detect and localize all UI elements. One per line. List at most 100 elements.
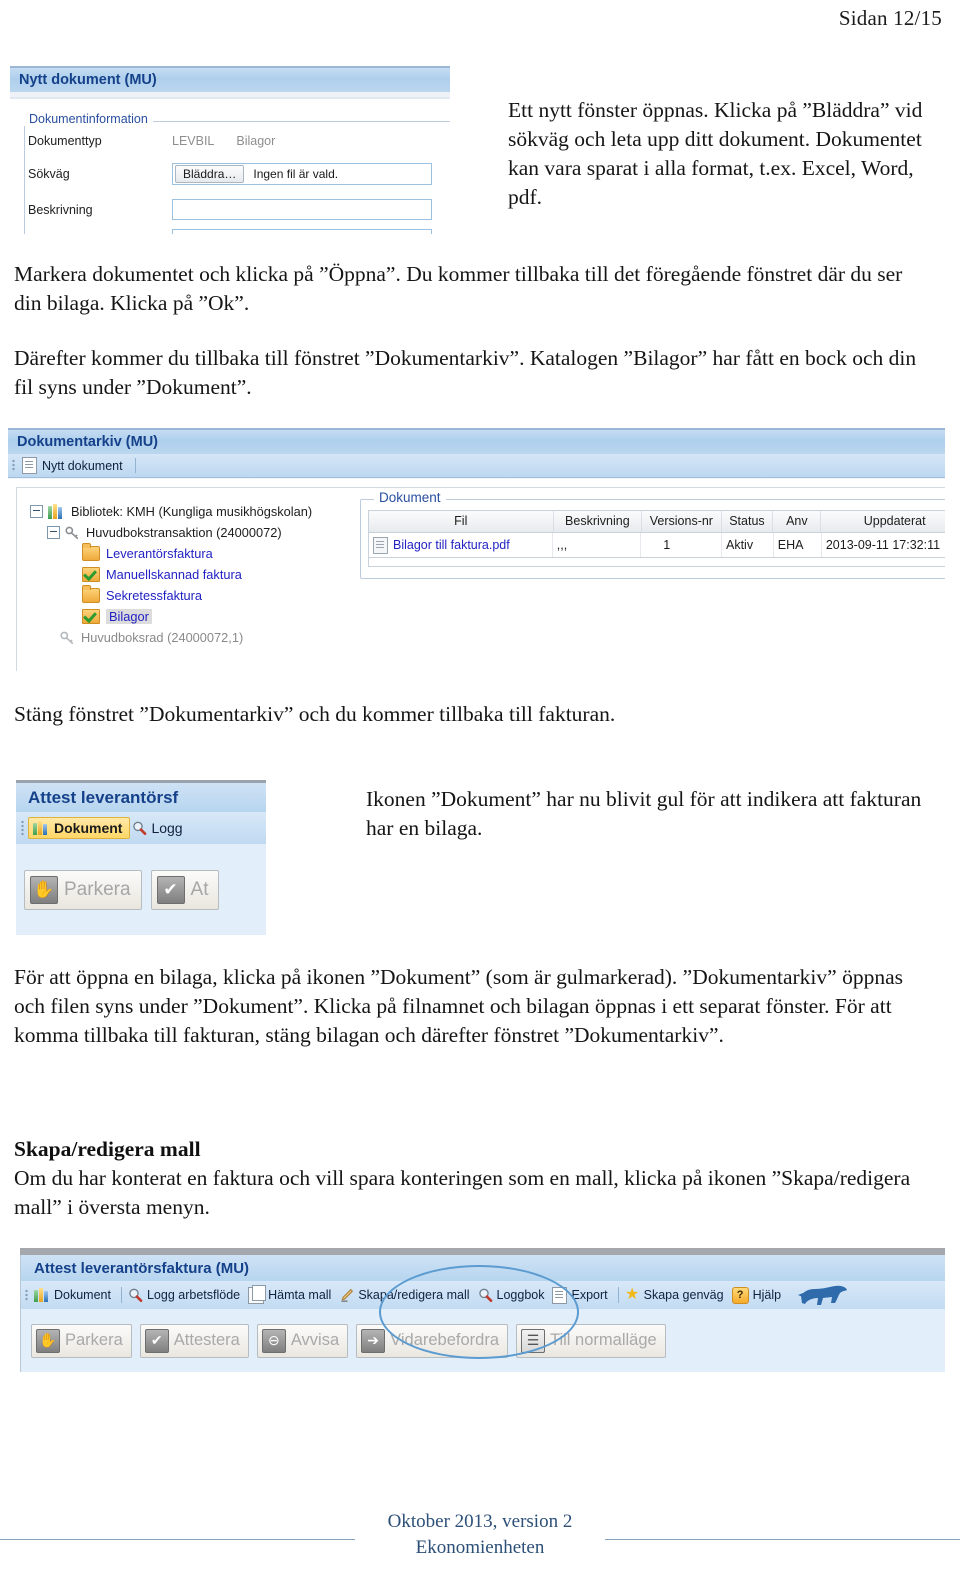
toolbar-button-skapa-genvag[interactable]: ★ Skapa genväg: [623, 1285, 730, 1303]
partial-input[interactable]: [172, 229, 432, 234]
document-tree: Bibliotek: KMH (Kungliga musikhögskolan)…: [30, 501, 312, 648]
tree-node-leverantorsfaktura[interactable]: Leverantörsfaktura: [82, 543, 312, 564]
tree-node-bibliotek[interactable]: Bibliotek: KMH (Kungliga musikhögskolan): [30, 501, 312, 522]
screenshot-nytt-dokument: Nytt dokument (MU) Dokumentinformation D…: [10, 66, 450, 234]
toolbar-label: Logg arbetsflöde: [146, 1288, 241, 1302]
tree-node-huvudbokstransaktion[interactable]: Huvudbokstransaktion (24000072): [47, 522, 312, 543]
attest-main-toolbar: Dokument Logg arbetsflöde Hämta mall Ska…: [21, 1281, 945, 1309]
action-label: Vidarebefordra: [390, 1331, 499, 1349]
dokumentinformation-legend: Dokumentinformation: [24, 112, 153, 126]
attestera-button-partial[interactable]: ✔ At: [150, 869, 220, 910]
minus-circle-icon: ⊖: [261, 1328, 286, 1353]
footer-rule-left: [0, 1539, 355, 1540]
magnifier-icon: [132, 821, 147, 835]
column-header-anv[interactable]: Anv: [773, 511, 822, 532]
beskrivning-input[interactable]: [172, 199, 432, 220]
column-header-status[interactable]: Status: [722, 511, 774, 532]
paragraph-darefter-kommer-du: Därefter kommer du tillbaka till fönstre…: [14, 346, 917, 399]
new-document-icon: [22, 457, 37, 474]
tree-label: Huvudboksrad (24000072,1): [81, 630, 244, 645]
toolbar-label: Loggbok: [496, 1288, 545, 1302]
dokumenttyp-label: Dokumenttyp: [28, 134, 102, 148]
page-footer: Oktober 2013, version 2 Ekonomienheten: [0, 1509, 960, 1561]
parkera-button[interactable]: ✋ Parkera: [24, 869, 142, 910]
cell-uppdaterat: 2013-09-11 17:32:11: [822, 533, 945, 557]
column-header-uppdaterat[interactable]: Uppdaterat: [821, 511, 945, 532]
footer-rule-right: [605, 1539, 960, 1540]
toolbar-label: Dokument: [54, 1288, 111, 1302]
row-dokumenttyp: Dokumenttyp LEVBIL Bilagor: [28, 134, 275, 148]
pdf-file-icon: [373, 536, 388, 554]
parkera-button[interactable]: ✋ Parkera: [31, 1323, 132, 1358]
attest-toolbar-title: Attest leverantörsfaktura (MU): [34, 1259, 250, 1277]
nytt-dokument-button[interactable]: Nytt dokument: [19, 456, 129, 475]
folder-icon: [82, 585, 100, 603]
arrow-right-icon: ➔: [361, 1328, 386, 1353]
tree-label: Bibliotek: KMH (Kungliga musikhögskolan): [71, 504, 313, 519]
tree-node-huvudboksrad[interactable]: Huvudboksrad (24000072,1): [60, 627, 312, 648]
star-icon: ★: [624, 1285, 640, 1303]
dokument-button-highlighted[interactable]: Dokument: [28, 817, 131, 839]
magnifier-icon: [478, 1288, 493, 1302]
toolbar-button-hjalp[interactable]: ? Hjälp: [730, 1286, 788, 1304]
dokument-legend: Dokument: [374, 490, 446, 505]
attest-action-row: ✋ Parkera ✔ Attestera ⊖ Avvisa ➔ Vidareb…: [21, 1309, 945, 1372]
vidarebefordra-button[interactable]: ➔ Vidarebefordra: [356, 1323, 508, 1358]
folder-icon: [82, 543, 100, 561]
grid-header-row: Fil Beskrivning Versions-nr Status Anv U…: [369, 511, 945, 533]
attest-crop-action-row: ✋ Parkera ✔ At: [16, 844, 266, 935]
collapse-icon[interactable]: [47, 526, 60, 539]
sokvag-file-picker[interactable]: Bläddra… Ingen fil är vald.: [172, 163, 432, 185]
avvisa-button[interactable]: ⊖ Avvisa: [256, 1323, 349, 1358]
toolbar-button-skapa-redigera-mall[interactable]: Skapa/redigera mall: [337, 1288, 475, 1303]
toolbar-label: Hämta mall: [268, 1288, 332, 1302]
footer-version: Oktober 2013, version 2: [387, 1511, 573, 1532]
collapse-icon[interactable]: [30, 505, 43, 518]
folder-check-icon: [82, 609, 100, 624]
key-icon: [65, 526, 80, 540]
dokumentarkiv-body: Bibliotek: KMH (Kungliga musikhögskolan)…: [8, 478, 945, 671]
table-row[interactable]: Bilagor till faktura.pdf ,,, 1 Aktiv EHA…: [369, 533, 945, 557]
till-normallage-button[interactable]: ☰ Till normalläge: [516, 1323, 666, 1358]
toolbar-grip-icon[interactable]: [25, 1288, 28, 1302]
document-icon: [552, 1286, 568, 1304]
column-header-beskrivning[interactable]: Beskrivning: [554, 511, 643, 532]
toolbar-button-export[interactable]: Export: [550, 1286, 613, 1304]
cell-fil[interactable]: Bilagor till faktura.pdf: [369, 533, 553, 557]
file-name-link[interactable]: Bilagor till faktura.pdf: [393, 533, 510, 557]
column-header-fil[interactable]: Fil: [369, 511, 554, 532]
tree-node-sekretessfaktura[interactable]: Sekretessfaktura: [82, 585, 312, 606]
file-status-text: Ingen fil är vald.: [253, 167, 339, 181]
tree-label: Bilagor: [106, 609, 152, 624]
attestera-button[interactable]: ✔ Attestera: [139, 1323, 249, 1358]
nytt-dokument-label: Nytt dokument: [42, 458, 123, 473]
toolbar-button-loggbok[interactable]: Loggbok: [476, 1288, 551, 1302]
cell-anv: EHA: [774, 533, 822, 557]
tree-label: Huvudbokstransaktion (24000072): [86, 525, 282, 540]
row-beskrivning: Beskrivning: [28, 199, 432, 220]
window-chrome-bar: [20, 1248, 945, 1255]
check-icon: ✔: [144, 1328, 169, 1353]
hand-icon: ✋: [36, 1328, 60, 1353]
action-label: Parkera: [65, 1331, 123, 1349]
toolbar-button-hamta-mall[interactable]: Hämta mall: [246, 1284, 337, 1304]
toolbar-label: Skapa genväg: [643, 1288, 724, 1302]
attest-crop-toolbar: Dokument Logg: [16, 812, 266, 844]
sokvag-label: Sökväg: [28, 167, 70, 181]
dokumentarkiv-toolbar: Nytt dokument: [8, 454, 945, 478]
logg-button[interactable]: Logg: [130, 820, 188, 836]
toolbar-grip-icon[interactable]: [12, 459, 15, 472]
tree-node-manuellskannad-faktura[interactable]: Manuellskannad faktura: [82, 564, 312, 585]
toolbar-button-dokument[interactable]: Dokument: [32, 1288, 117, 1302]
paragraph-markera-dokumentet: Markera dokumentet och klicka på ”Öppna”…: [14, 262, 903, 315]
nytt-dokument-titlebar: Nytt dokument (MU): [10, 66, 450, 92]
toolbar-grip-icon[interactable]: [21, 820, 24, 836]
dokumenttyp-value-1: LEVBIL: [172, 134, 215, 148]
column-header-versionsnr[interactable]: Versions-nr: [642, 511, 722, 532]
attest-toolbar-titlebar: Attest leverantörsfaktura (MU): [21, 1255, 945, 1281]
blattra-button[interactable]: Bläddra…: [175, 165, 245, 183]
books-icon: [48, 504, 65, 519]
toolbar-button-logg-arbetsflode[interactable]: Logg arbetsflöde: [126, 1288, 246, 1302]
paragraph-for-att-oppna: För att öppna en bilaga, klicka på ikone…: [14, 965, 903, 1047]
tree-node-bilagor[interactable]: Bilagor: [82, 606, 312, 627]
